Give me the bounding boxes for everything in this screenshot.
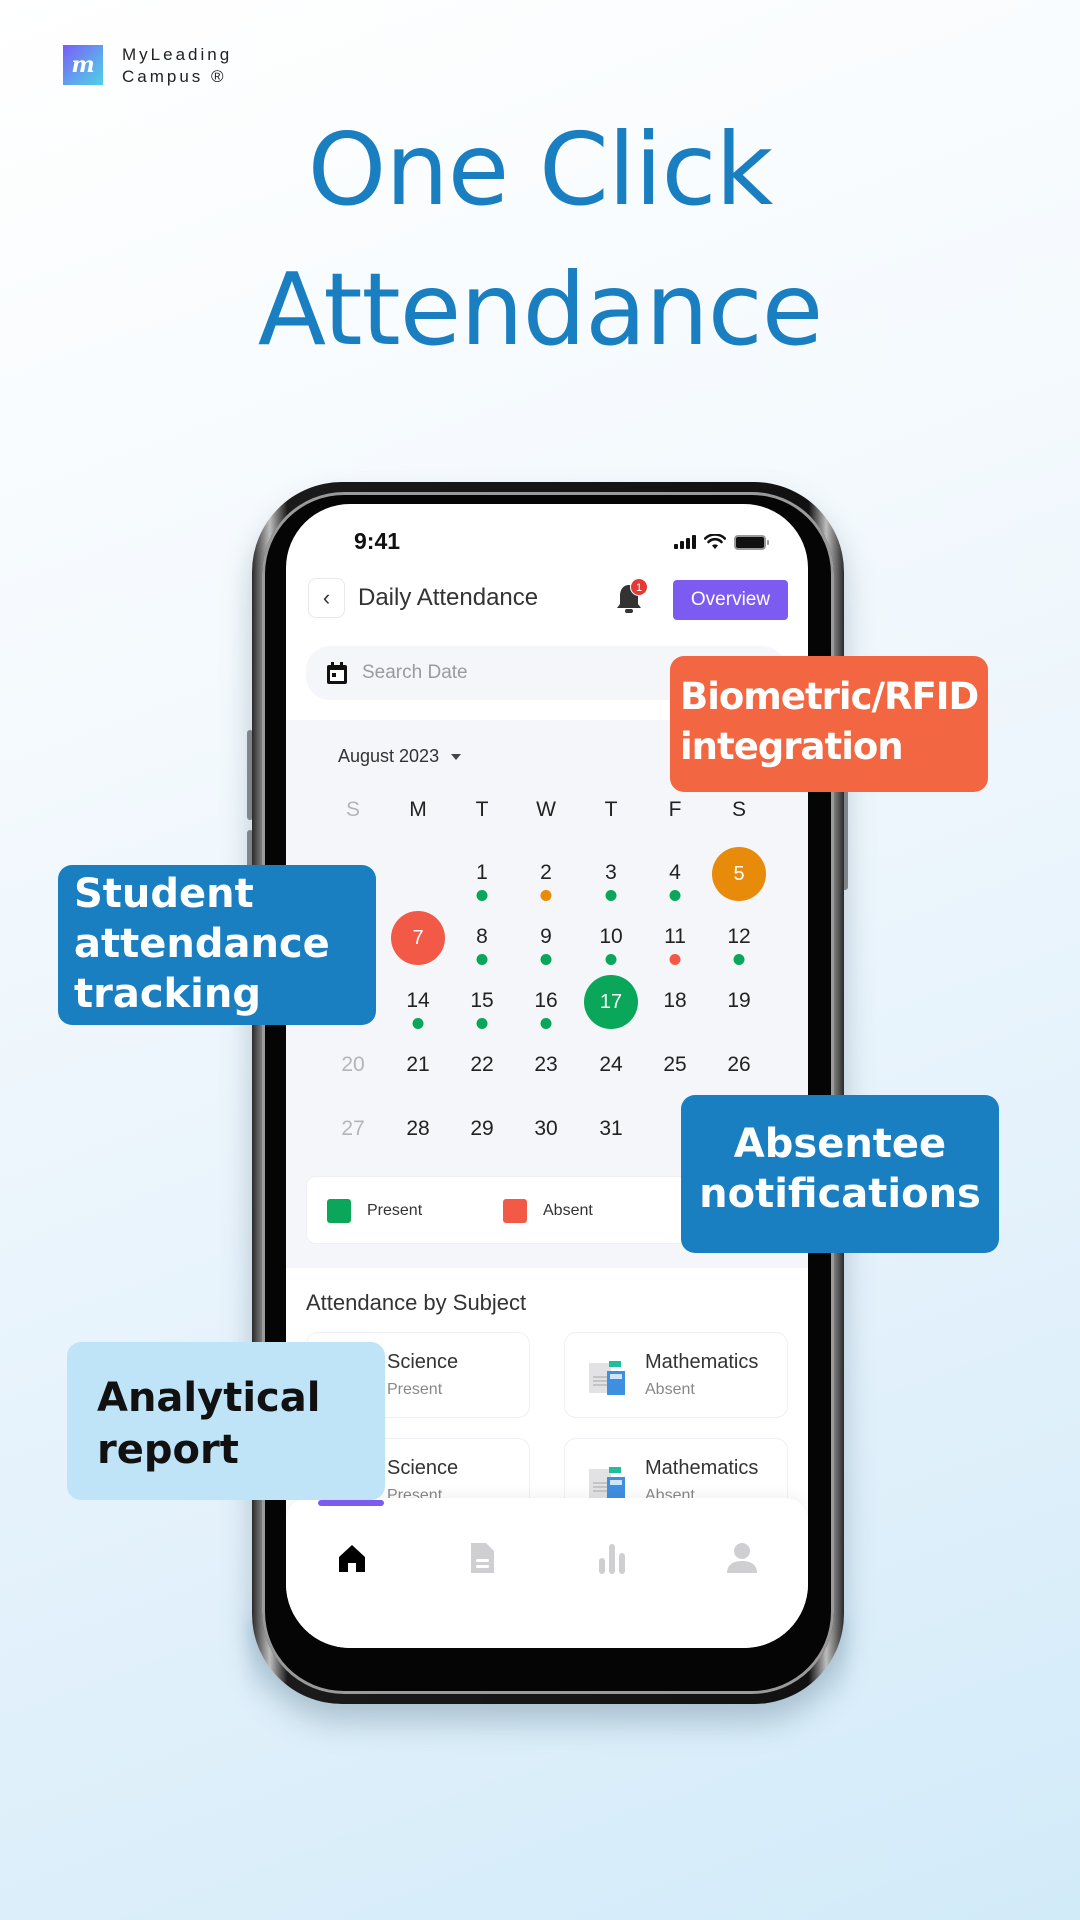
calendar-day-highlighted[interactable]: 5 xyxy=(712,847,766,901)
callout-text: Student xyxy=(74,871,254,917)
attendance-dot-present xyxy=(669,890,681,901)
weekday-label: S xyxy=(731,798,746,821)
callout-biometric: Biometric/RFID integration xyxy=(670,656,988,792)
bar-chart-icon xyxy=(599,1544,625,1574)
bottom-nav xyxy=(286,1498,808,1648)
calendar-day[interactable]: 23 xyxy=(518,1053,574,1077)
callout-analytical: Analytical report xyxy=(67,1342,385,1500)
calculator-icon xyxy=(589,1467,625,1501)
subject-name: Science xyxy=(387,1457,459,1479)
brand-name-line1: MyLeading xyxy=(122,45,233,64)
attendance-dot-present xyxy=(476,954,488,965)
callout-text: notifications xyxy=(699,1171,981,1217)
callout-text: integration xyxy=(680,725,904,768)
calendar-day[interactable]: 24 xyxy=(583,1053,639,1077)
legend-label: Absent xyxy=(543,1202,593,1219)
callout-absentee: Absentee notifications xyxy=(681,1095,999,1253)
profile-icon xyxy=(727,1543,757,1573)
home-icon xyxy=(339,1545,365,1572)
calendar-day[interactable]: 31 xyxy=(583,1117,639,1141)
weekday-label: F xyxy=(668,798,682,821)
weekday-label: T xyxy=(475,798,489,821)
calendar-day-highlighted[interactable]: 7 xyxy=(391,911,445,965)
calendar-day[interactable]: 9 xyxy=(518,925,574,949)
calendar-day[interactable]: 20 xyxy=(325,1053,381,1077)
nav-home[interactable] xyxy=(332,1538,372,1578)
callout-text: attendance xyxy=(74,921,330,967)
attendance-dot-late xyxy=(540,890,552,901)
attendance-dot-present xyxy=(540,1018,552,1029)
calendar-day[interactable]: 10 xyxy=(583,925,639,949)
subject-status: Absent xyxy=(645,1381,695,1398)
weekday-label: S xyxy=(345,798,360,821)
calendar-day[interactable]: 29 xyxy=(454,1117,510,1141)
calendar-day[interactable]: 30 xyxy=(518,1117,574,1141)
nav-active-indicator xyxy=(318,1500,384,1506)
attendance-dot-present xyxy=(733,954,745,965)
callout-text: report xyxy=(97,1427,239,1473)
callout-text: Biometric/RFID xyxy=(680,675,979,718)
calendar-day[interactable]: 8 xyxy=(454,925,510,949)
calendar-day[interactable]: 4 xyxy=(647,861,703,885)
callout-text: Analytical xyxy=(97,1375,321,1421)
legend-swatch-present xyxy=(327,1199,351,1223)
legend-swatch-absent xyxy=(503,1199,527,1223)
subject-name: Science xyxy=(387,1351,459,1373)
calendar-day[interactable]: 12 xyxy=(711,925,767,949)
legend-item-present: Present xyxy=(327,1199,422,1223)
attendance-dot-present xyxy=(605,890,617,901)
calendar-day[interactable]: 3 xyxy=(583,861,639,885)
calendar-day[interactable]: 19 xyxy=(711,989,767,1013)
calendar-day[interactable]: 15 xyxy=(454,989,510,1013)
calendar-day[interactable]: 2 xyxy=(518,861,574,885)
calendar-day[interactable]: 16 xyxy=(518,989,574,1013)
nav-documents[interactable] xyxy=(462,1538,502,1578)
attendance-dot-absent xyxy=(669,954,681,965)
callout-student-tracking: Student attendance tracking xyxy=(58,865,376,1025)
weekday-label: M xyxy=(409,798,427,821)
legend-item-absent: Absent xyxy=(503,1199,593,1223)
nav-analytics[interactable] xyxy=(592,1538,632,1578)
calendar-day[interactable]: 21 xyxy=(390,1053,446,1077)
calendar-day[interactable]: 18 xyxy=(647,989,703,1013)
brand-name: MyLeading Campus ® xyxy=(122,44,232,88)
legend-label: Present xyxy=(367,1202,423,1219)
calculator-icon xyxy=(589,1361,625,1395)
subject-name: Mathematics xyxy=(645,1351,759,1373)
headline-line1: One Click xyxy=(307,111,774,228)
brand-logo-glyph: m xyxy=(71,52,95,78)
subject-name: Mathematics xyxy=(645,1457,759,1479)
callout-text: tracking xyxy=(74,971,261,1017)
calendar-day[interactable]: 14 xyxy=(390,989,446,1013)
brand-name-line2: Campus ® xyxy=(122,67,227,86)
attendance-dot-present xyxy=(476,890,488,901)
section-title-subjects: Attendance by Subject xyxy=(306,1290,527,1315)
attendance-dot-present xyxy=(412,1018,424,1029)
headline-line2: Attendance xyxy=(257,251,824,368)
attendance-dot-present xyxy=(605,954,617,965)
nav-profile[interactable] xyxy=(722,1538,762,1578)
calendar-day[interactable]: 25 xyxy=(647,1053,703,1077)
calendar-day[interactable]: 11 xyxy=(647,925,703,949)
callout-text: Absentee xyxy=(733,1121,947,1167)
calendar-day[interactable]: 22 xyxy=(454,1053,510,1077)
calendar-day-highlighted[interactable]: 17 xyxy=(584,975,638,1029)
calendar-day[interactable]: 28 xyxy=(390,1117,446,1141)
attendance-dot-present xyxy=(540,954,552,965)
calendar-day[interactable]: 1 xyxy=(454,861,510,885)
brand-logo: m xyxy=(63,45,103,85)
weekday-label: T xyxy=(604,798,618,821)
calendar-day[interactable]: 27 xyxy=(325,1117,381,1141)
document-icon xyxy=(471,1543,494,1573)
weekday-label: W xyxy=(536,798,556,821)
attendance-dot-present xyxy=(476,1018,488,1029)
subject-status: Present xyxy=(387,1381,443,1398)
calendar-day[interactable]: 26 xyxy=(711,1053,767,1077)
subject-card[interactable]: Mathematics Absent xyxy=(564,1332,788,1418)
